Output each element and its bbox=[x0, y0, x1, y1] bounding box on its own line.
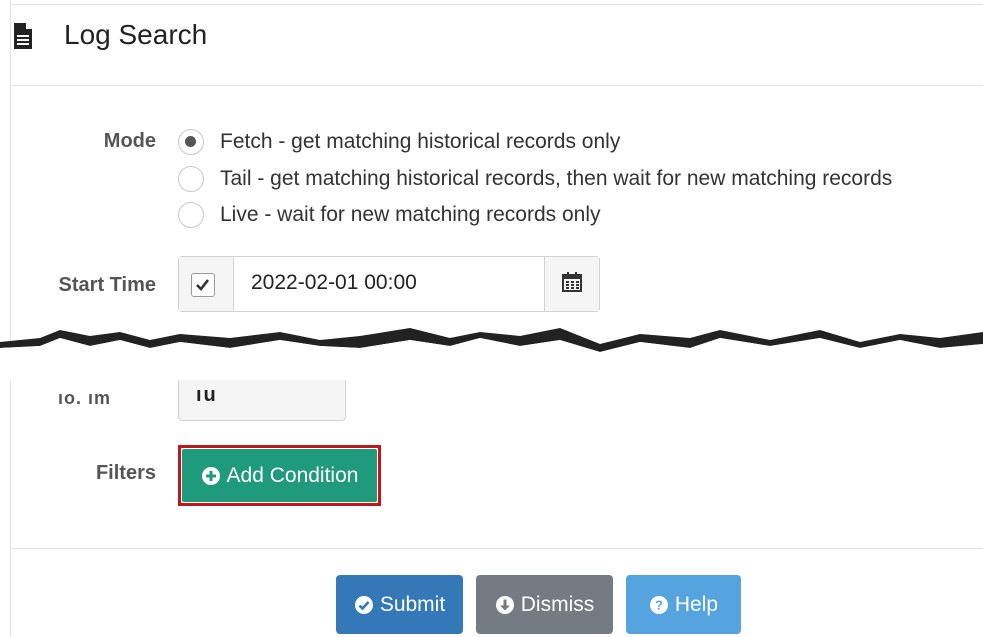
help-label: Help bbox=[674, 592, 719, 616]
question-circle-icon: ? bbox=[649, 595, 668, 614]
torn-edge-overlay bbox=[0, 328, 983, 380]
help-button[interactable]: ? Help bbox=[626, 575, 741, 634]
dismiss-button[interactable]: Dismiss bbox=[476, 575, 613, 634]
header-divider bbox=[10, 85, 983, 86]
mode-radio-fetch[interactable] bbox=[178, 129, 204, 155]
dismiss-label: Dismiss bbox=[520, 592, 595, 616]
mode-radio-live[interactable] bbox=[178, 202, 204, 228]
page-title: Log Search bbox=[64, 19, 208, 50]
submit-label: Submit bbox=[379, 592, 446, 616]
calendar-icon bbox=[562, 272, 582, 292]
arrow-down-circle-icon bbox=[495, 595, 514, 614]
svg-text:?: ? bbox=[655, 597, 663, 612]
mode-radio-tail[interactable] bbox=[178, 166, 204, 192]
start-time-label: Start Time bbox=[58, 274, 156, 296]
mode-option-fetch-label: Fetch - get matching historical records … bbox=[220, 130, 621, 153]
submit-button[interactable]: Submit bbox=[336, 575, 463, 634]
document-icon bbox=[14, 23, 32, 49]
add-condition-label: Add Condition bbox=[226, 463, 359, 487]
top-border bbox=[10, 4, 983, 5]
checkmark-icon bbox=[196, 279, 210, 291]
mode-option-live-label: Live - wait for new matching records onl… bbox=[220, 203, 601, 226]
calendar-button[interactable] bbox=[544, 257, 599, 311]
mode-option-tail-label: Tail - get matching historical records, … bbox=[220, 167, 893, 190]
check-circle-icon bbox=[354, 595, 373, 614]
start-time-enable-addon bbox=[179, 257, 234, 311]
filters-label: Filters bbox=[95, 462, 156, 484]
start-time-input[interactable]: 2022-02-01 00:00 bbox=[251, 271, 417, 295]
footer-divider bbox=[10, 548, 983, 549]
plus-circle-icon bbox=[201, 466, 220, 485]
start-time-input-group: 2022-02-01 00:00 bbox=[178, 256, 600, 312]
mode-label: Mode bbox=[103, 130, 156, 152]
add-condition-button[interactable]: Add Condition bbox=[182, 449, 377, 502]
start-time-enable-checkbox[interactable] bbox=[191, 273, 215, 297]
